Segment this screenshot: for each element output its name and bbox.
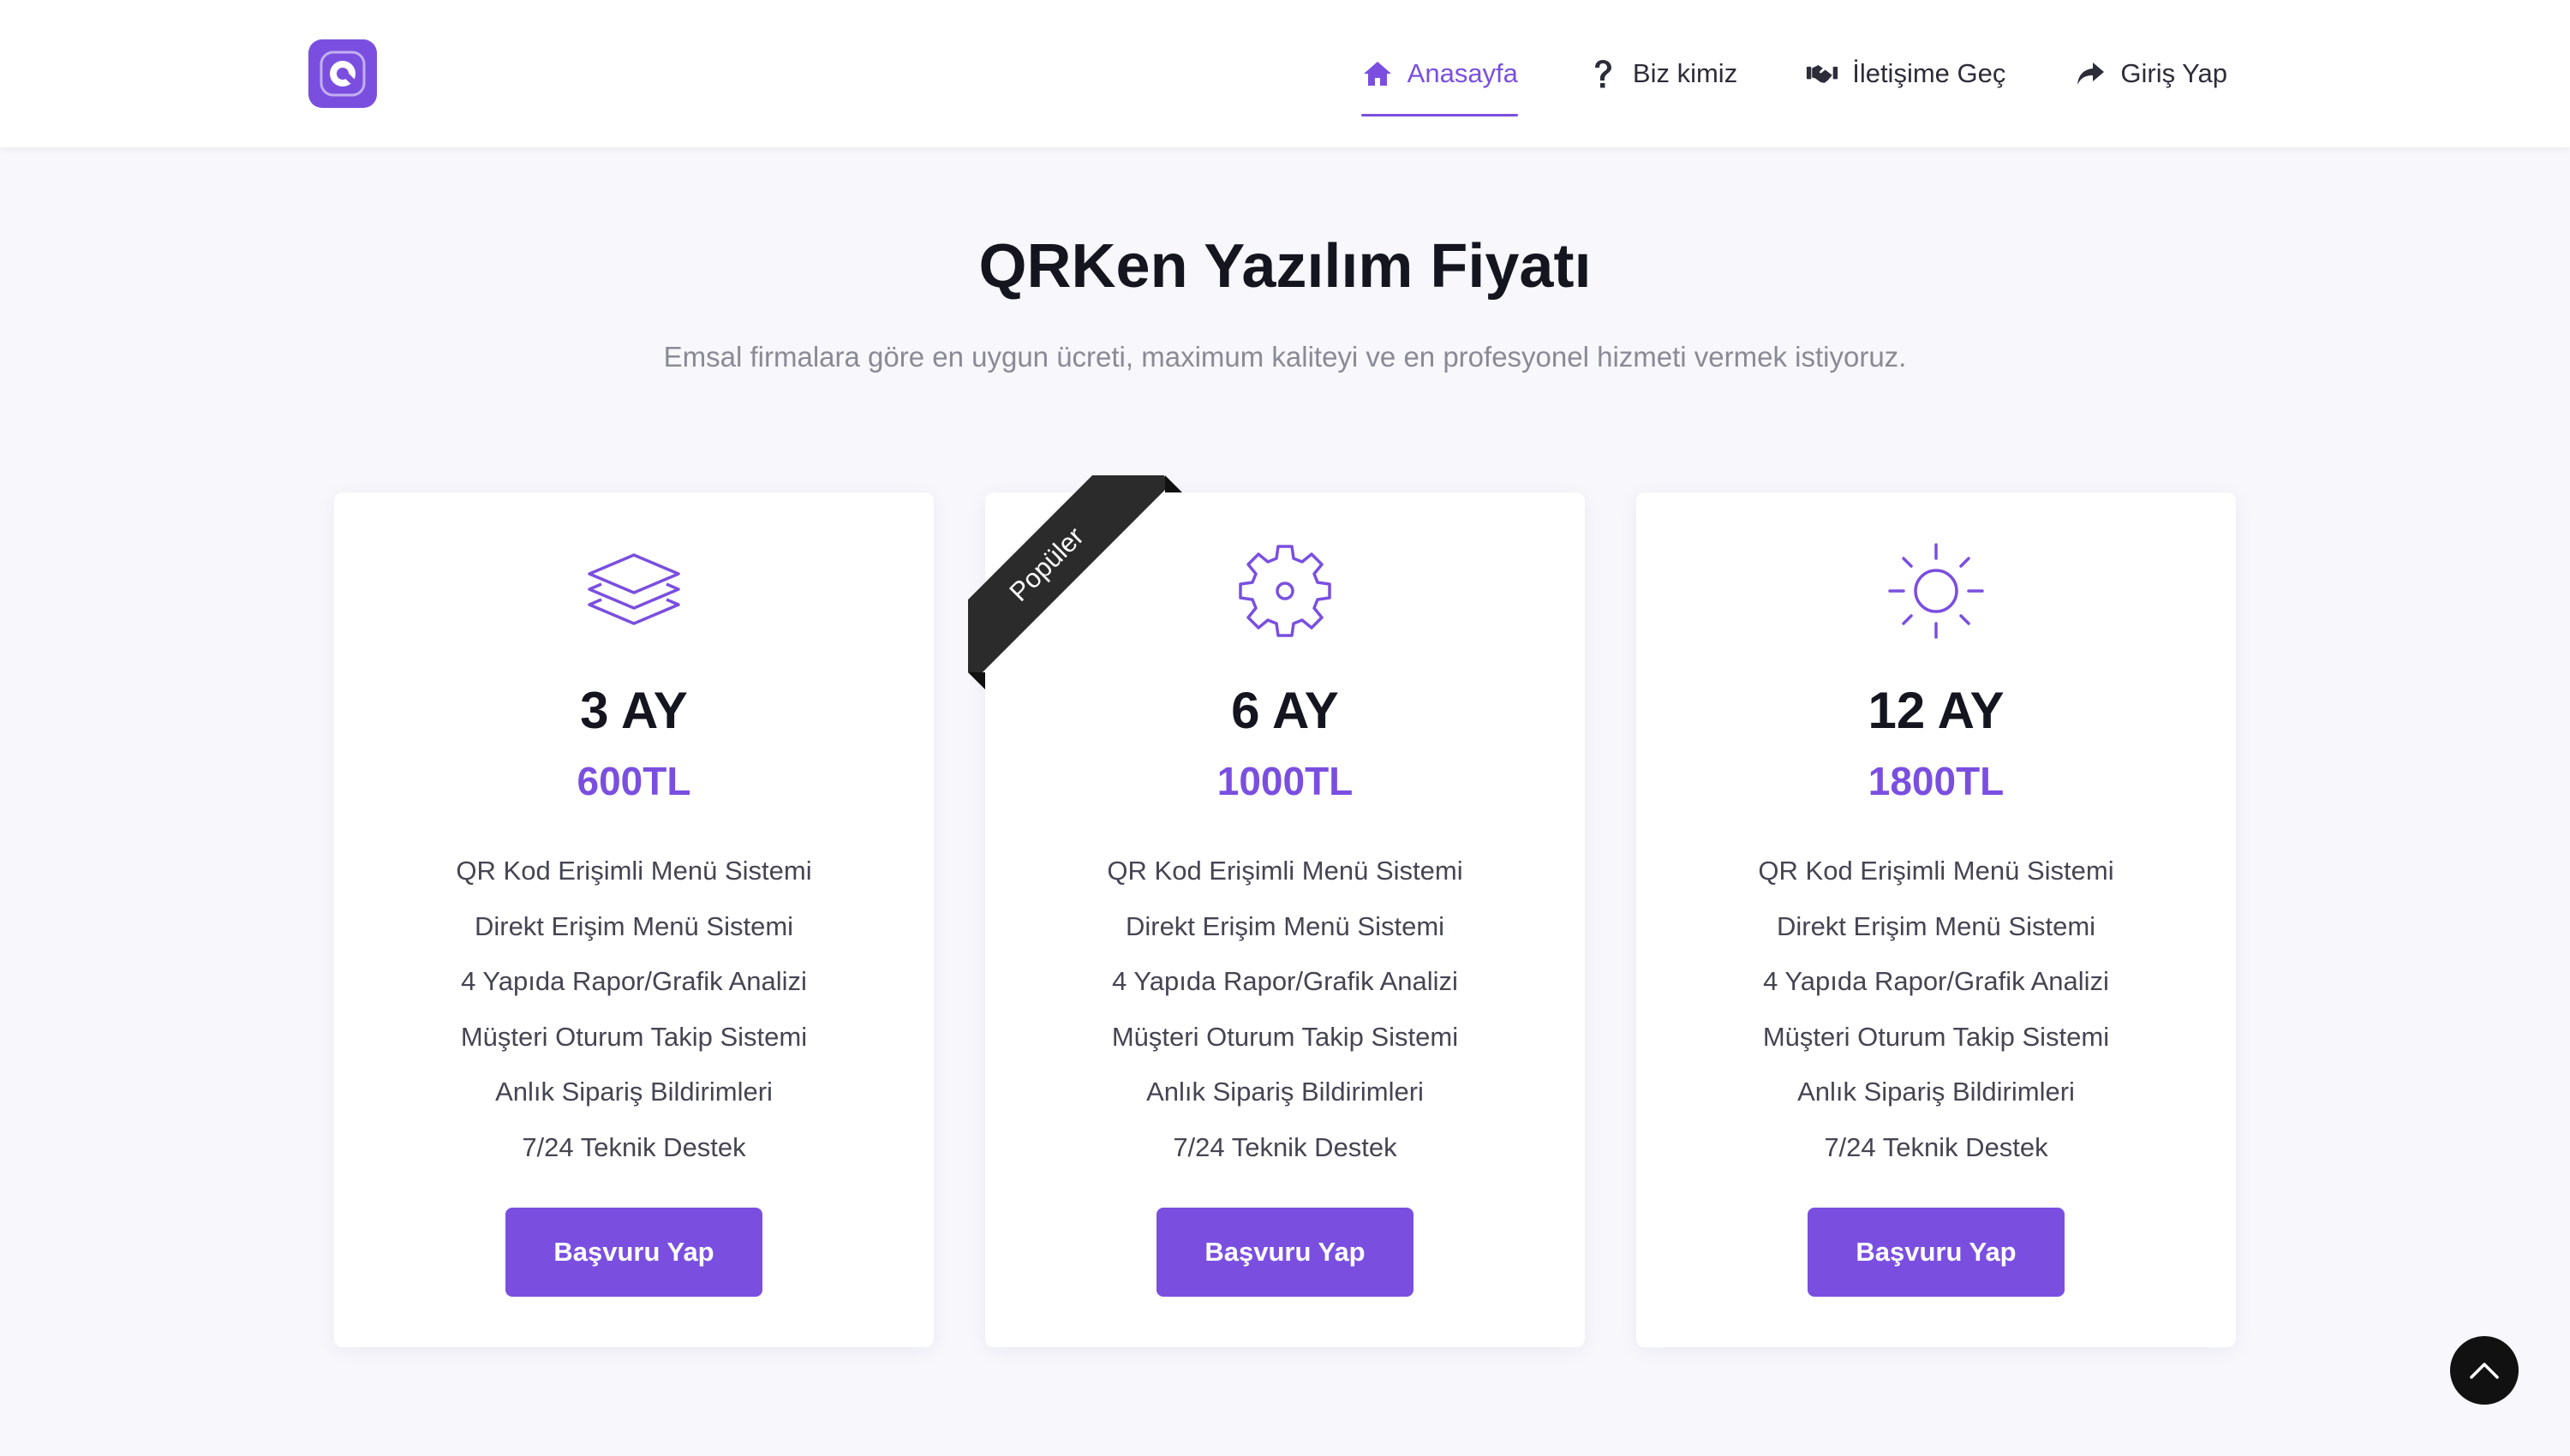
brand-logo[interactable] [308, 39, 377, 108]
feature-item: Direkt Erişim Menü Sistemi [1125, 910, 1445, 941]
feature-item: Müşteri Oturum Takip Sistemi [460, 1021, 808, 1052]
apply-button[interactable]: Başvuru Yap [505, 1208, 762, 1297]
handshake-icon [1806, 57, 1838, 90]
q-logo-icon [320, 51, 366, 97]
feature-item: 4 Yapıda Rapor/Grafik Analizi [1763, 966, 2109, 996]
nav-item-about[interactable]: Biz kimiz [1587, 48, 1737, 99]
feature-item: Direkt Erişim Menü Sistemi [1776, 910, 2096, 941]
pricing-card-12-month: 12 AY 1800TL QR Kod Erişimli Menü Sistem… [1636, 492, 2236, 1347]
share-arrow-icon [2074, 57, 2107, 90]
gear-icon [985, 540, 1585, 642]
nav-item-contact[interactable]: İletişime Geç [1806, 48, 2005, 99]
plan-price: 600TL [577, 759, 691, 803]
plan-price: 1800TL [1868, 759, 2005, 803]
feature-item: QR Kod Erişimli Menü Sistemi [456, 856, 812, 886]
apply-button[interactable]: Başvuru Yap [1156, 1208, 1414, 1297]
feature-item: Anlık Sipariş Bildirimleri [495, 1077, 773, 1107]
chevron-up-icon [2470, 1363, 2499, 1379]
sun-icon [1636, 540, 2236, 642]
plan-name: 3 AY [580, 682, 688, 739]
nav-label: Anasayfa [1407, 58, 1518, 88]
feature-item: 7/24 Teknik Destek [522, 1131, 746, 1162]
nav-label: İletişime Geç [1852, 58, 2006, 88]
page-subtitle: Emsal firmalara göre en uygun ücreti, ma… [663, 341, 1907, 373]
plan-name: 6 AY [1231, 682, 1339, 739]
nav-item-home[interactable]: Anasayfa [1360, 48, 1519, 116]
pricing-card-3-month: 3 AY 600TL QR Kod Erişimli Menü Sistemi … [334, 492, 934, 1347]
plan-name: 12 AY [1868, 682, 2005, 739]
feature-list: QR Kod Erişimli Menü Sistemi Direkt Eriş… [334, 844, 934, 1175]
feature-list: QR Kod Erişimli Menü Sistemi Direkt Eriş… [985, 844, 1585, 1175]
feature-item: 4 Yapıda Rapor/Grafik Analizi [1112, 966, 1458, 996]
pricing-card-6-month: Popüler 6 AY 1000TL QR Kod Erişimli Menü… [968, 475, 1585, 1347]
main-nav: Anasayfa Biz kimiz İletişime Geç Giriş Y… [1293, 0, 2227, 147]
nav-label: Biz kimiz [1632, 58, 1738, 88]
top-navbar: Anasayfa Biz kimiz İletişime Geç Giriş Y… [0, 0, 2570, 147]
home-icon [1361, 57, 1394, 90]
feature-item: Anlık Sipariş Bildirimleri [1146, 1077, 1424, 1107]
feature-item: Direkt Erişim Menü Sistemi [474, 910, 794, 941]
feature-item: QR Kod Erişimli Menü Sistemi [1107, 856, 1463, 886]
feature-item: Müşteri Oturum Takip Sistemi [1111, 1021, 1459, 1052]
feature-item: Anlık Sipariş Bildirimleri [1797, 1077, 2075, 1107]
pricing-cards: 3 AY 600TL QR Kod Erişimli Menü Sistemi … [334, 475, 2236, 1349]
nav-item-login[interactable]: Giriş Yap [2074, 48, 2227, 99]
page-title: QRKen Yazılım Fiyatı [978, 232, 1592, 301]
feature-item: 7/24 Teknik Destek [1824, 1131, 2048, 1162]
layers-icon [334, 540, 934, 642]
feature-list: QR Kod Erişimli Menü Sistemi Direkt Eriş… [1636, 844, 2236, 1175]
plan-price: 1000TL [1216, 759, 1354, 803]
apply-button[interactable]: Başvuru Yap [1808, 1208, 2065, 1297]
feature-item: 4 Yapıda Rapor/Grafik Analizi [461, 966, 807, 996]
feature-item: 7/24 Teknik Destek [1173, 1131, 1397, 1162]
nav-label: Giriş Yap [2120, 58, 2227, 88]
feature-item: QR Kod Erişimli Menü Sistemi [1758, 856, 2114, 886]
ribbon-fold [1165, 475, 1182, 492]
scroll-to-top-button[interactable] [2450, 1336, 2519, 1405]
question-icon [1587, 57, 1619, 90]
ribbon-fold [968, 672, 985, 689]
feature-item: Müşteri Oturum Takip Sistemi [1762, 1021, 2110, 1052]
